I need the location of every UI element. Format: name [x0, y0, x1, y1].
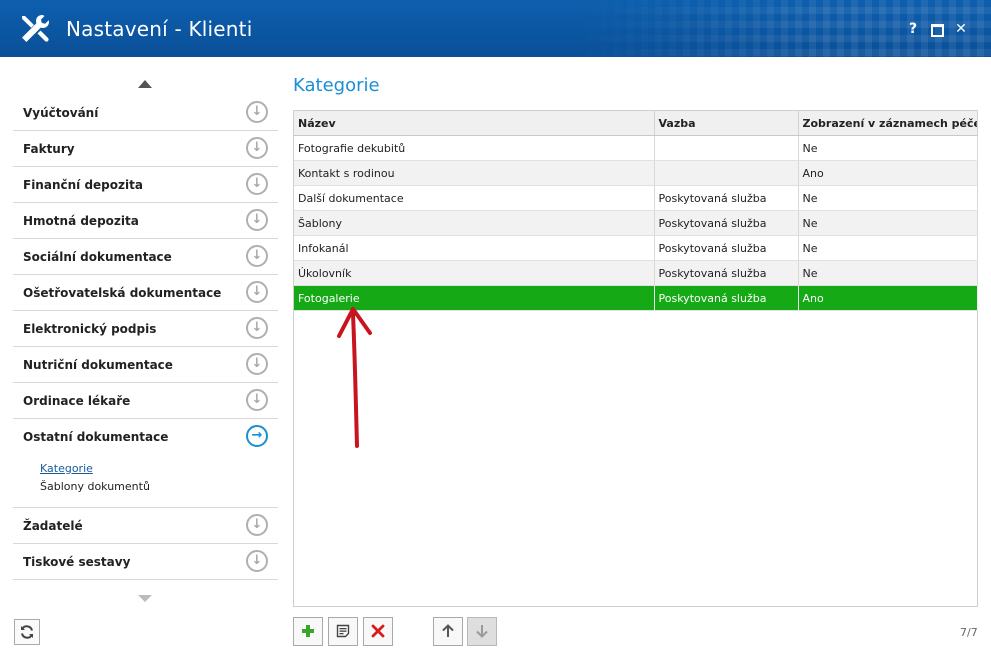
maximize-button[interactable] — [928, 20, 946, 38]
sidebar-item-vyuctovani[interactable]: Vyúčtování ↓ — [13, 95, 278, 131]
column-header-vazba[interactable]: Vazba — [654, 111, 799, 136]
arrow-down-circle-icon: ↓ — [246, 137, 268, 159]
cell-zobrazeni: Ano — [798, 285, 978, 311]
sidebar-item-financni-depozita[interactable]: Finanční depozita ↓ — [13, 167, 278, 203]
categories-table: Název Vazba Zobrazení v záznamech péče F… — [293, 110, 978, 607]
arrow-down-circle-icon: ↓ — [246, 101, 268, 123]
sidebar-item-label: Faktury — [23, 142, 75, 156]
arrow-down-circle-icon: ↓ — [246, 209, 268, 231]
help-button[interactable]: ? — [904, 20, 922, 38]
arrow-down-circle-icon: ↓ — [246, 389, 268, 411]
cell-vazba: Poskytovaná služba — [654, 260, 799, 286]
plus-icon — [302, 625, 314, 637]
maximize-icon — [930, 24, 944, 37]
sidebar-item-label: Vyúčtování — [23, 106, 99, 120]
arrow-down-circle-icon: ↓ — [246, 317, 268, 339]
column-header-zobrazeni[interactable]: Zobrazení v záznamech péče — [798, 111, 978, 136]
cell-nazev: Šablony — [294, 210, 655, 236]
sidebar-item-ordinace-lekare[interactable]: Ordinace lékaře ↓ — [13, 383, 278, 419]
refresh-button[interactable] — [14, 619, 40, 645]
arrow-down-circle-icon: ↓ — [246, 514, 268, 536]
sidebar-nav: Vyúčtování ↓ Faktury ↓ Finanční depozita… — [13, 95, 278, 580]
annotation-arrow-icon — [337, 307, 372, 448]
arrow-right-circle-icon: → — [246, 425, 268, 447]
sidebar-sublist: Kategorie Šablony dokumentů — [40, 461, 150, 497]
cell-nazev: Infokanál — [294, 235, 655, 261]
sidebar-item-ostatni-dokumentace[interactable]: Ostatní dokumentace → Kategorie Šablony … — [13, 419, 278, 508]
sidebar-item-label: Finanční depozita — [23, 178, 143, 192]
refresh-icon — [21, 625, 33, 639]
sidebar-item-label: Žadatelé — [23, 519, 83, 533]
sidebar-subitem-sablony-dokumentu[interactable]: Šablony dokumentů — [40, 479, 150, 497]
table-row-selected[interactable]: Fotogalerie Poskytovaná služba Ano — [294, 285, 978, 311]
table-row[interactable]: Úkolovník Poskytovaná služba Ne — [294, 260, 978, 286]
sidebar-item-nutricni-dokumentace[interactable]: Nutriční dokumentace ↓ — [13, 347, 278, 383]
wrench-screwdriver-icon — [22, 15, 49, 42]
arrow-down-circle-icon: ↓ — [246, 281, 268, 303]
arrow-down-circle-icon: ↓ — [246, 550, 268, 572]
cell-zobrazeni: Ne — [798, 135, 978, 161]
move-up-button[interactable] — [433, 617, 463, 646]
cell-zobrazeni: Ne — [798, 235, 978, 261]
cell-nazev: Kontakt s rodinou — [294, 160, 655, 186]
sidebar-item-label: Ošetřovatelská dokumentace — [23, 286, 222, 300]
sidebar-item-socialni-dokumentace[interactable]: Sociální dokumentace ↓ — [13, 239, 278, 275]
cell-zobrazeni: Ano — [798, 160, 978, 186]
sidebar-item-label: Ostatní dokumentace — [23, 430, 169, 444]
move-down-button[interactable] — [467, 617, 497, 646]
sidebar-item-elektronicky-podpis[interactable]: Elektronický podpis ↓ — [13, 311, 278, 347]
title-bar: Nastavení - Klienti ? ✕ — [0, 0, 991, 57]
cell-zobrazeni: Ne — [798, 260, 978, 286]
table-row[interactable]: Infokanál Poskytovaná služba Ne — [294, 235, 978, 261]
sidebar-item-hmotna-depozita[interactable]: Hmotná depozita ↓ — [13, 203, 278, 239]
cell-vazba: Poskytovaná služba — [654, 235, 799, 261]
cell-nazev: Úkolovník — [294, 260, 655, 286]
cell-zobrazeni: Ne — [798, 210, 978, 236]
edit-button[interactable] — [328, 617, 358, 646]
sidebar-subitem-kategorie[interactable]: Kategorie — [40, 461, 150, 479]
arrow-down-icon — [476, 625, 488, 638]
arrow-down-circle-icon: ↓ — [246, 173, 268, 195]
sidebar-item-osetrovatelska-dokumentace[interactable]: Ošetřovatelská dokumentace ↓ — [13, 275, 278, 311]
arrow-down-circle-icon: ↓ — [246, 245, 268, 267]
scroll-up-icon[interactable] — [138, 80, 152, 88]
arrow-up-icon — [442, 624, 454, 637]
cell-vazba: Poskytovaná služba — [654, 185, 799, 211]
table-row[interactable]: Kontakt s rodinou Ano — [294, 160, 978, 186]
close-button[interactable]: ✕ — [952, 20, 970, 38]
scroll-down-icon[interactable] — [138, 595, 152, 602]
column-header-nazev[interactable]: Název — [294, 111, 655, 136]
record-counter: 7/7 — [960, 626, 978, 639]
cell-vazba: Poskytovaná služba — [654, 210, 799, 236]
table-header-row: Název Vazba Zobrazení v záznamech péče — [294, 111, 978, 136]
cell-nazev: Další dokumentace — [294, 185, 655, 211]
window-title: Nastavení - Klienti — [66, 17, 253, 41]
cell-vazba — [654, 160, 799, 186]
document-icon — [336, 624, 350, 638]
cell-nazev: Fotografie dekubitů — [294, 135, 655, 161]
add-button[interactable] — [293, 617, 323, 646]
cell-zobrazeni: Ne — [798, 185, 978, 211]
page-title: Kategorie — [293, 75, 380, 96]
sidebar-item-zadatele[interactable]: Žadatelé ↓ — [13, 508, 278, 544]
sidebar-item-tiskove-sestavy[interactable]: Tiskové sestavy ↓ — [13, 544, 278, 580]
sidebar-item-label: Tiskové sestavy — [23, 555, 131, 569]
table-row[interactable]: Další dokumentace Poskytovaná služba Ne — [294, 185, 978, 211]
table-row[interactable]: Fotografie dekubitů Ne — [294, 135, 978, 161]
table-row[interactable]: Šablony Poskytovaná služba Ne — [294, 210, 978, 236]
delete-button[interactable] — [363, 617, 393, 646]
sidebar-item-label: Elektronický podpis — [23, 322, 157, 336]
cell-vazba: Poskytovaná služba — [654, 285, 799, 311]
sidebar-item-label: Sociální dokumentace — [23, 250, 172, 264]
x-icon — [371, 624, 385, 638]
arrow-down-circle-icon: ↓ — [246, 353, 268, 375]
sidebar-item-label: Ordinace lékaře — [23, 394, 131, 408]
sidebar-item-label: Hmotná depozita — [23, 214, 139, 228]
sidebar-item-label: Nutriční dokumentace — [23, 358, 173, 372]
sidebar-item-faktury[interactable]: Faktury ↓ — [13, 131, 278, 167]
cell-vazba — [654, 135, 799, 161]
